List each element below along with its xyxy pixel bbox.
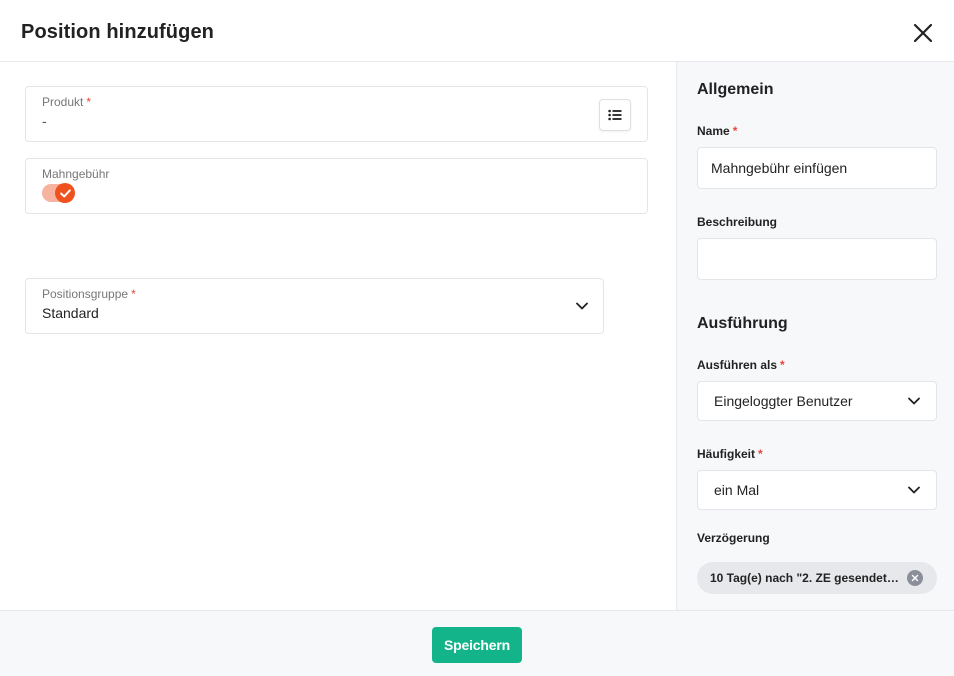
ausfuehrung-heading: Ausführung (697, 315, 788, 332)
chevron-down-icon (907, 485, 921, 495)
verzoegerung-chip[interactable]: 10 Tag(e) nach "2. ZE gesendet a... (697, 562, 937, 594)
produkt-field[interactable]: Produkt * - (25, 86, 648, 142)
chip-remove-button[interactable] (907, 570, 923, 586)
dialog-footer: Speichern (0, 610, 954, 676)
dialog-title: Position hinzufügen (21, 21, 214, 43)
toggle-knob (55, 183, 75, 203)
close-icon (913, 23, 933, 43)
allgemein-heading: Allgemein (697, 81, 774, 98)
verzoegerung-label: Verzögerung (697, 531, 770, 545)
haeufigkeit-select[interactable]: ein Mal (697, 470, 937, 510)
save-button[interactable]: Speichern (432, 627, 522, 663)
ausfuehren-als-select[interactable]: Eingeloggter Benutzer (697, 381, 937, 421)
haeufigkeit-label: Häufigkeit * (697, 447, 763, 461)
product-list-button[interactable] (599, 99, 631, 131)
verzoegerung-chip-text: 10 Tag(e) nach "2. ZE gesendet a... (710, 571, 900, 585)
produkt-value: - (42, 113, 47, 129)
name-label: Name * (697, 124, 738, 138)
main-form: Produkt* - Mahngebühr Positionsgruppe* (0, 62, 676, 610)
produkt-label: Produkt * (42, 95, 92, 109)
mahngebuehr-field: Mahngebühr (25, 158, 648, 214)
chevron-down-icon (575, 301, 589, 311)
x-icon (911, 574, 919, 582)
name-input-value: Mahngebühr einfügen (711, 160, 848, 176)
close-button[interactable] (908, 18, 938, 48)
positionsgruppe-label: Positionsgruppe * (42, 287, 136, 301)
settings-sidebar: Allgemein Name * Mahngebühr einfügen Besc… (676, 62, 954, 610)
ausfuehren-als-label: Ausführen als * (697, 358, 785, 372)
beschreibung-input[interactable] (697, 238, 937, 280)
list-icon (608, 109, 622, 121)
positionsgruppe-select[interactable]: Positionsgruppe * Standard (25, 278, 604, 334)
check-icon (59, 188, 71, 197)
mahngebuehr-toggle[interactable] (42, 183, 75, 203)
beschreibung-label: Beschreibung (697, 215, 778, 229)
mahngebuehr-label: Mahngebühr (42, 167, 110, 181)
dialog-header: Position hinzufügen (0, 0, 954, 62)
name-input[interactable]: Mahngebühr einfügen (697, 147, 937, 189)
haeufigkeit-value: ein Mal (714, 482, 760, 498)
positionsgruppe-value: Standard (42, 305, 99, 321)
chevron-down-icon (907, 396, 921, 406)
ausfuehren-als-value: Eingeloggter Benutzer (714, 393, 853, 409)
